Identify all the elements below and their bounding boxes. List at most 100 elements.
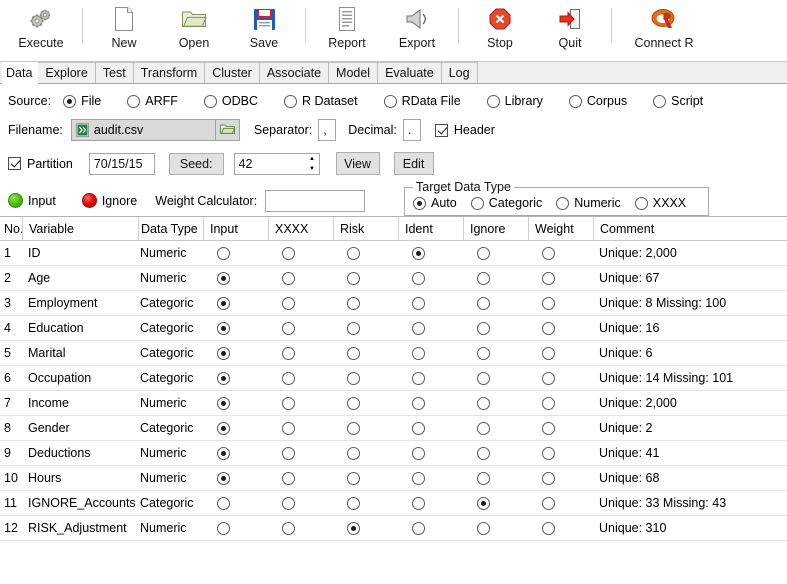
role-radio-ident[interactable] <box>412 521 425 535</box>
role-cell-ident[interactable] <box>398 316 463 340</box>
role-radio-ident[interactable] <box>412 346 425 360</box>
role-cell-xxxx[interactable] <box>268 316 333 340</box>
column-header-input[interactable]: Input <box>203 217 268 240</box>
role-radio-risk[interactable] <box>347 446 360 460</box>
role-cell-ident[interactable] <box>398 241 463 265</box>
role-radio-weight[interactable] <box>542 271 555 285</box>
role-radio-risk[interactable] <box>347 421 360 435</box>
role-radio-weight[interactable] <box>542 246 555 260</box>
tab-explore[interactable]: Explore <box>37 62 96 83</box>
ignore-role-button[interactable]: Ignore <box>81 193 137 208</box>
role-cell-ident[interactable] <box>398 441 463 465</box>
role-radio-weight[interactable] <box>542 496 555 510</box>
role-cell-risk[interactable] <box>333 516 398 540</box>
role-cell-input[interactable] <box>203 466 268 490</box>
table-row[interactable]: 7 Income Numeric Unique: 2,000 <box>0 391 787 416</box>
toolbar-button-save[interactable]: Save <box>229 0 299 58</box>
role-cell-weight[interactable] <box>528 316 593 340</box>
role-radio-ident[interactable] <box>412 396 425 410</box>
target-type-option-numeric[interactable]: Numeric <box>556 196 621 210</box>
table-row[interactable]: 9 Deductions Numeric Unique: 41 <box>0 441 787 466</box>
role-cell-risk[interactable] <box>333 466 398 490</box>
role-radio-weight[interactable] <box>542 346 555 360</box>
role-radio-ignore[interactable] <box>477 371 490 385</box>
partition-checkbox[interactable]: Partition <box>8 157 73 171</box>
role-cell-input[interactable] <box>203 341 268 365</box>
role-radio-input[interactable] <box>217 521 230 535</box>
role-cell-ident[interactable] <box>398 266 463 290</box>
source-option-library[interactable]: Library <box>486 94 555 108</box>
role-radio-ident[interactable] <box>412 496 425 510</box>
role-radio-input[interactable] <box>217 371 230 385</box>
role-cell-ignore[interactable] <box>463 491 528 515</box>
role-radio-xxxx[interactable] <box>282 371 295 385</box>
tab-data[interactable]: Data <box>2 62 39 84</box>
table-row[interactable]: 8 Gender Categoric Unique: 2 <box>0 416 787 441</box>
role-radio-ident[interactable] <box>412 446 425 460</box>
table-row[interactable]: 5 Marital Categoric Unique: 6 <box>0 341 787 366</box>
toolbar-button-stop[interactable]: Stop <box>465 0 535 58</box>
role-cell-input[interactable] <box>203 491 268 515</box>
role-cell-input[interactable] <box>203 441 268 465</box>
role-cell-input[interactable] <box>203 391 268 415</box>
input-role-button[interactable]: Input <box>8 193 56 208</box>
role-cell-xxxx[interactable] <box>268 291 333 315</box>
role-radio-risk[interactable] <box>347 471 360 485</box>
role-radio-input[interactable] <box>217 396 230 410</box>
target-type-option-xxxx[interactable]: XXXX <box>634 196 686 210</box>
role-radio-weight[interactable] <box>542 371 555 385</box>
column-header-ident[interactable]: Ident <box>398 217 463 240</box>
column-header-data-type[interactable]: Data Type <box>138 217 203 240</box>
role-radio-xxxx[interactable] <box>282 421 295 435</box>
role-radio-weight[interactable] <box>542 521 555 535</box>
role-cell-xxxx[interactable] <box>268 241 333 265</box>
role-cell-xxxx[interactable] <box>268 341 333 365</box>
role-radio-input[interactable] <box>217 346 230 360</box>
role-cell-input[interactable] <box>203 316 268 340</box>
role-radio-xxxx[interactable] <box>282 271 295 285</box>
target-type-option-categoric[interactable]: Categoric <box>470 196 542 210</box>
tab-log[interactable]: Log <box>440 62 478 83</box>
source-option-file[interactable]: File <box>63 94 113 108</box>
source-radio-group[interactable]: File ARFF ODBC R Dataset RData File Library Co… <box>63 94 729 108</box>
role-cell-weight[interactable] <box>528 466 593 490</box>
column-header-xxxx[interactable]: XXXX <box>268 217 333 240</box>
role-radio-weight[interactable] <box>542 396 555 410</box>
role-cell-ident[interactable] <box>398 391 463 415</box>
role-cell-input[interactable] <box>203 516 268 540</box>
role-radio-input[interactable] <box>217 446 230 460</box>
toolbar-button-open[interactable]: Open <box>159 0 229 58</box>
role-radio-ignore[interactable] <box>477 296 490 310</box>
role-cell-ident[interactable] <box>398 466 463 490</box>
table-row[interactable]: 6 Occupation Categoric Unique: 14 Missing: … <box>0 366 787 391</box>
role-cell-ignore[interactable] <box>463 391 528 415</box>
role-cell-weight[interactable] <box>528 516 593 540</box>
role-cell-risk[interactable] <box>333 266 398 290</box>
role-radio-ignore[interactable] <box>477 471 490 485</box>
header-checkbox[interactable]: Header <box>434 123 495 137</box>
seed-button[interactable]: Seed: <box>168 152 224 175</box>
toolbar-button-quit[interactable]: Quit <box>535 0 605 58</box>
stepper-down-icon[interactable]: ▼ <box>306 164 319 174</box>
edit-button[interactable]: Edit <box>393 152 434 175</box>
role-cell-xxxx[interactable] <box>268 516 333 540</box>
role-radio-ignore[interactable] <box>477 496 490 510</box>
role-radio-ident[interactable] <box>412 246 425 260</box>
target-data-type-radio-group[interactable]: Auto Categoric Numeric XXXX <box>413 196 700 210</box>
target-type-option-auto[interactable]: Auto <box>413 196 457 210</box>
tab-test[interactable]: Test <box>94 62 134 83</box>
role-radio-risk[interactable] <box>347 346 360 360</box>
role-cell-ident[interactable] <box>398 366 463 390</box>
toolbar-button-connect-r[interactable]: Connect R <box>618 0 710 58</box>
role-cell-ident[interactable] <box>398 341 463 365</box>
role-cell-weight[interactable] <box>528 291 593 315</box>
role-cell-input[interactable] <box>203 266 268 290</box>
role-cell-input[interactable] <box>203 366 268 390</box>
role-cell-input[interactable] <box>203 291 268 315</box>
role-radio-input[interactable] <box>217 296 230 310</box>
role-radio-weight[interactable] <box>542 296 555 310</box>
table-row[interactable]: 1 ID Numeric Unique: 2,000 <box>0 241 787 266</box>
role-radio-ignore[interactable] <box>477 271 490 285</box>
role-radio-input[interactable] <box>217 496 230 510</box>
role-cell-risk[interactable] <box>333 241 398 265</box>
